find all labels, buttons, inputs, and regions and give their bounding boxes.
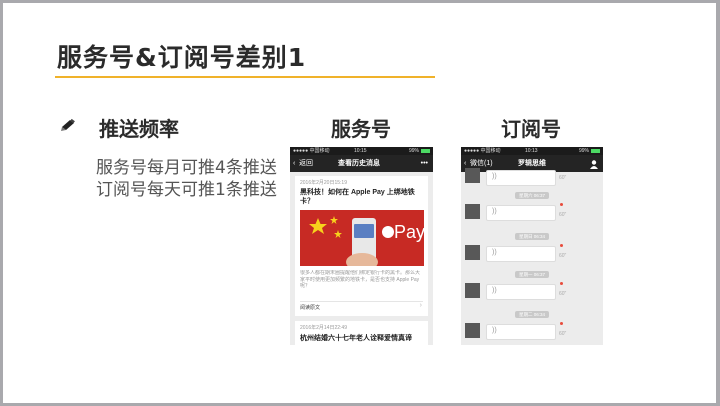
chevron-right-icon: › [419,302,422,309]
duration-label: 60" [559,291,567,297]
pencil-icon [61,117,77,136]
bullet-label: 推送频率 [99,117,179,141]
unread-dot [560,282,563,285]
voice-icon: )) [492,287,497,294]
article-date: 2016年2月20日15:19 [300,180,347,186]
subscription-phone-screenshot: ●●●●● 中国移动 10:13 99% ‹ 微信(1) 罗辑思维 )) 60"… [461,147,603,345]
battery-text: 99% [578,148,589,154]
duration-label: 60" [559,212,567,218]
divider [300,301,423,302]
voice-message-row: )) 60" [461,282,603,304]
voice-icon: )) [492,173,497,180]
carrier-text: ●●●●● 中国移动 [464,148,501,154]
voice-message-row: )) 60" [461,243,603,265]
status-time: 10:13 [525,148,538,154]
apple-pay-text: Pay [394,222,424,242]
avatar [465,323,480,338]
timestamp: 星期日 06:34 [515,233,550,240]
read-more-link[interactable]: 阅读原文 [300,304,320,311]
article-date-2: 2016年2月14日22:49 [300,325,347,331]
article-headline[interactable]: 黑科技！如何在 Apple Pay 上绑地铁卡？ [300,188,424,206]
timestamp: 星期六 06:37 [515,192,550,199]
status-time: 10:15 [354,148,367,154]
battery-icon [421,149,430,153]
article-headline-2[interactable]: 杭州结婚六十七年老人诠释爱情真谛 [300,333,412,343]
nav-title: 查看历史消息 [338,160,380,167]
voice-bubble[interactable]: )) [486,246,556,262]
carrier-text: ●●●●● 中国移动 [293,148,330,154]
nav-bar: ‹ 返回 查看历史消息 ••• [290,155,433,172]
duration-label: 60" [559,175,567,181]
voice-icon: )) [492,327,497,334]
article-image: Pay [300,210,424,266]
timestamp: 星期一 06:37 [515,271,550,278]
voice-message-row: )) 60" [461,321,603,343]
avatar [465,245,480,260]
battery-text: 99% [408,148,419,154]
voice-icon: )) [492,208,497,215]
timestamp: 星期二 06:34 [515,311,550,318]
avatar [465,204,480,219]
voice-message-row: )) 60" [461,203,603,225]
battery-icon [591,149,600,153]
avatar [465,283,480,298]
title-underline [55,76,435,78]
back-button[interactable]: 返回 [299,155,313,172]
article-summary: 很多人都在期末圈提醒他们绑定银行卡的黑卡。那么大家平时使用更加频繁的地铁卡，是否… [300,270,421,289]
status-bar: ●●●●● 中国移动 10:13 99% [461,147,603,155]
voice-bubble[interactable]: )) [486,205,556,221]
more-icon[interactable]: ••• [421,155,428,172]
unread-dot [560,322,563,325]
service-column-label: 服务号 [331,117,391,141]
voice-icon: )) [492,249,497,256]
voice-bubble[interactable]: )) [486,324,556,340]
subscription-column-label: 订阅号 [501,117,561,141]
body-line-subscription: 订阅号每天可推1条推送 [96,180,277,200]
back-chevron-icon[interactable]: ‹ [293,155,295,172]
article-card-2[interactable]: 2016年2月14日22:49 杭州结婚六十七年老人诠释爱情真谛 [295,321,428,345]
article-card[interactable]: 2016年2月20日15:19 黑科技！如何在 Apple Pay 上绑地铁卡？… [295,176,428,316]
unread-dot [560,244,563,247]
unread-dot [560,203,563,206]
voice-bubble[interactable]: )) [486,284,556,300]
voice-bubble[interactable]: )) [486,170,556,186]
status-bar: ●●●●● 中国移动 10:15 99% [290,147,433,155]
slide-title: 服务号&订阅号差别1 [57,43,307,72]
duration-label: 60" [559,331,567,337]
voice-message-row: )) 60" [461,168,603,192]
duration-label: 60" [559,253,567,259]
service-phone-screenshot: ●●●●● 中国移动 10:15 99% ‹ 返回 查看历史消息 ••• 201… [290,147,433,345]
avatar [465,168,480,183]
slide: 服务号&订阅号差别1 推送频率 服务号每月可推4条推送 订阅号每天可推1条推送 … [3,3,716,403]
